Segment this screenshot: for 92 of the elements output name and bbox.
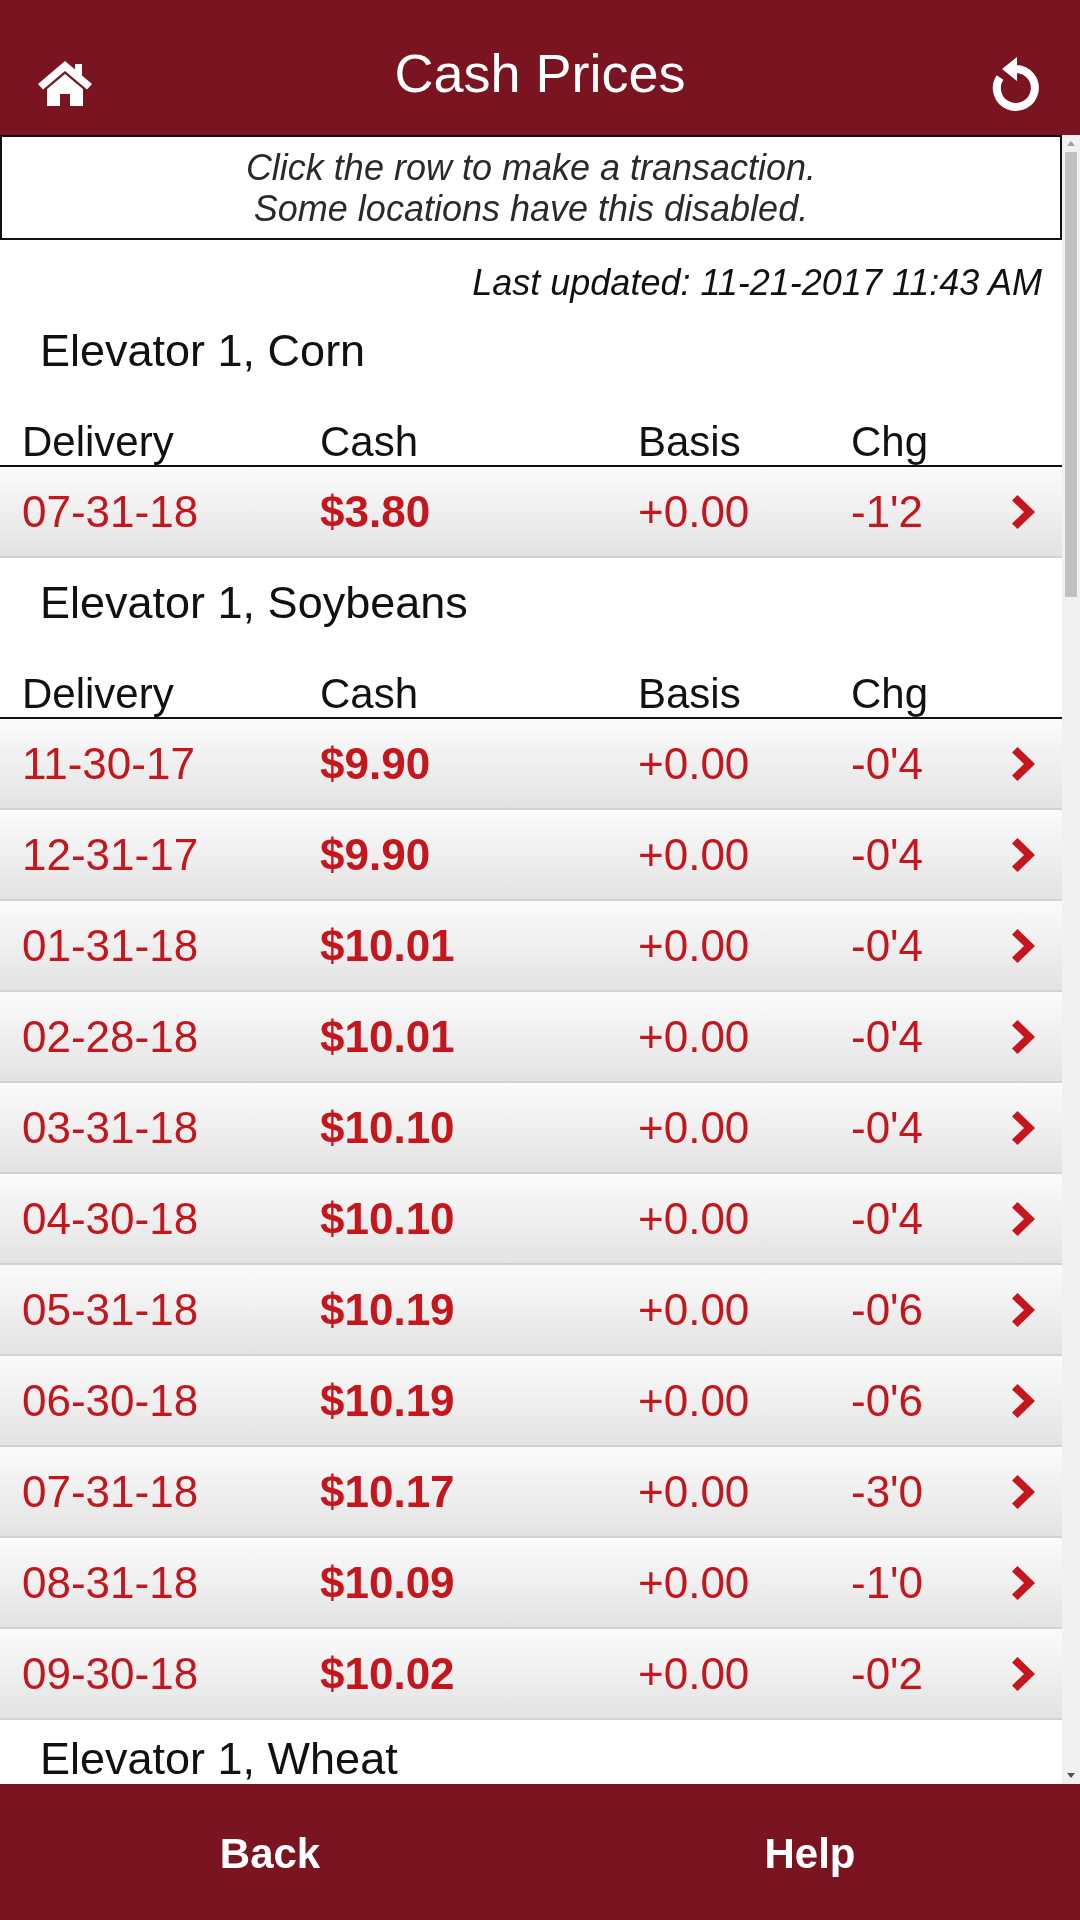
table-cell: -0'6: [851, 1375, 923, 1426]
price-row[interactable]: 07-31-18 $3.80 +0.00 -1'2: [0, 467, 1062, 558]
section-heading: Elevator 1, Corn: [40, 325, 366, 376]
chevron-icon: [1011, 1565, 1037, 1600]
table-cell: $10.01: [320, 920, 455, 971]
table-cell: +0.00: [638, 1466, 750, 1517]
column-header: Chg: [851, 419, 929, 465]
price-row[interactable]: 05-31-18 $10.19 +0.00 -0'6: [0, 1265, 1062, 1356]
table-cell: $9.90: [320, 738, 431, 789]
price-row[interactable]: 08-31-18 $10.09 +0.00 -1'0: [0, 1538, 1062, 1629]
price-row[interactable]: 06-30-18 $10.19 +0.00 -0'6: [0, 1356, 1062, 1447]
table-cell: 05-31-18: [22, 1284, 199, 1335]
section-heading: Elevator 1, Soybeans: [40, 577, 468, 628]
table-cell: 08-31-18: [22, 1557, 199, 1608]
table-cell: +0.00: [638, 1193, 750, 1244]
table-cell: -0'6: [851, 1284, 923, 1335]
table-cell: 01-31-18: [22, 920, 199, 971]
table-cell: $10.09: [320, 1557, 455, 1608]
table-cell: -3'0: [851, 1466, 923, 1517]
chevron-icon: [1011, 1019, 1037, 1054]
table-cell: -0'4: [851, 920, 923, 971]
last-updated-text: Last updated: 11-21-2017 11:43 AM: [472, 261, 1042, 305]
table-cell: $9.90: [320, 829, 431, 880]
table-cell: $10.10: [320, 1102, 455, 1153]
table-cell: $10.10: [320, 1193, 455, 1244]
price-row[interactable]: 09-30-18 $10.02 +0.00 -0'2: [0, 1629, 1062, 1720]
chevron-icon: [1011, 746, 1037, 781]
table-cell: $10.02: [320, 1648, 455, 1699]
table-cell: -0'4: [851, 1102, 923, 1153]
table-cell: +0.00: [638, 1648, 750, 1699]
price-row[interactable]: 12-31-17 $9.90 +0.00 -0'4: [0, 810, 1062, 901]
table-cell: +0.00: [638, 1557, 750, 1608]
table-cell: $10.01: [320, 1011, 455, 1062]
price-row[interactable]: 02-28-18 $10.01 +0.00 -0'4: [0, 992, 1062, 1083]
chevron-icon: [1011, 837, 1037, 872]
table-cell: +0.00: [638, 1011, 750, 1062]
price-row[interactable]: 11-30-17 $9.90 +0.00 -0'4: [0, 719, 1062, 810]
chevron-icon: [1011, 1656, 1037, 1691]
table-cell: 11-30-17: [22, 738, 195, 789]
chevron-icon: [1011, 1474, 1037, 1509]
table-cell: $10.17: [320, 1466, 455, 1517]
chevron-icon: [1011, 1201, 1037, 1236]
column-header: Cash: [320, 419, 419, 465]
chevron-icon: [1011, 494, 1037, 529]
table-cell: 07-31-18: [22, 1466, 199, 1517]
table-cell: +0.00: [638, 738, 750, 789]
footer-button[interactable]: Back: [211, 1825, 329, 1883]
table-cell: +0.00: [638, 486, 750, 537]
table-cell: +0.00: [638, 1375, 750, 1426]
table-cell: $3.80: [320, 486, 431, 537]
page-title: Cash Prices: [394, 41, 686, 104]
table-cell: -0'4: [851, 738, 923, 789]
chevron-icon: [1011, 1383, 1037, 1418]
table-cell: $10.19: [320, 1375, 455, 1426]
table-cell: 07-31-18: [22, 486, 199, 537]
table-cell: -0'4: [851, 829, 923, 880]
table-cell: -1'0: [851, 1557, 923, 1608]
table-cell: +0.00: [638, 829, 750, 880]
price-row[interactable]: 07-31-18 $10.17 +0.00 -3'0: [0, 1447, 1062, 1538]
chevron-icon: [1011, 1110, 1037, 1145]
footer-button[interactable]: Help: [756, 1825, 864, 1883]
table-cell: 03-31-18: [22, 1102, 199, 1153]
table-cell: -0'4: [851, 1193, 923, 1244]
table-cell: +0.00: [638, 1284, 750, 1335]
price-row[interactable]: 04-30-18 $10.10 +0.00 -0'4: [0, 1174, 1062, 1265]
column-header: Cash: [320, 671, 419, 717]
column-header: Delivery: [22, 419, 174, 465]
table-cell: -0'2: [851, 1648, 923, 1699]
price-row[interactable]: 03-31-18 $10.10 +0.00 -0'4: [0, 1083, 1062, 1174]
chevron-icon: [1011, 1292, 1037, 1327]
notice-text: Click the row to make a transaction.: [245, 146, 817, 188]
table-cell: -1'2: [851, 486, 923, 537]
notice-text: Some locations have this disabled.: [253, 187, 809, 229]
table-cell: 06-30-18: [22, 1375, 199, 1426]
column-header: Chg: [851, 671, 929, 717]
column-header: Basis: [638, 419, 741, 465]
table-cell: +0.00: [638, 920, 750, 971]
table-cell: -0'4: [851, 1011, 923, 1062]
table-cell: +0.00: [638, 1102, 750, 1153]
table-cell: 09-30-18: [22, 1648, 199, 1699]
home-icon[interactable]: [37, 59, 93, 106]
scrollbar-thumb[interactable]: [1065, 152, 1077, 597]
price-row[interactable]: 01-31-18 $10.01 +0.00 -0'4: [0, 901, 1062, 992]
table-cell: $10.19: [320, 1284, 455, 1335]
scroll-down-icon[interactable]: [1067, 1773, 1075, 1778]
column-header: Delivery: [22, 671, 174, 717]
section-heading: Elevator 1, Wheat: [40, 1733, 398, 1784]
table-cell: 02-28-18: [22, 1011, 199, 1062]
chevron-icon: [1011, 928, 1037, 963]
table-cell: 12-31-17: [22, 829, 199, 880]
column-header: Basis: [638, 671, 741, 717]
table-cell: 04-30-18: [22, 1193, 199, 1244]
